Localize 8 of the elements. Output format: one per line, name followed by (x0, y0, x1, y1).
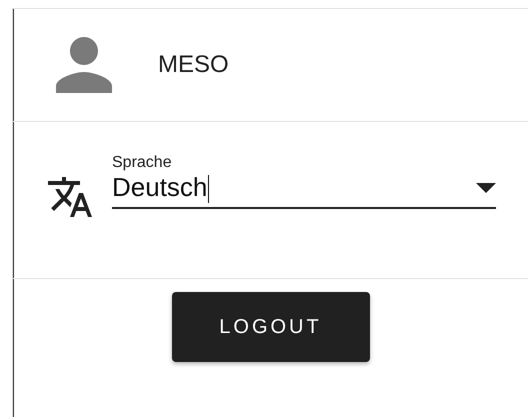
user-name: MESO (158, 51, 229, 79)
select-value: Deutsch (112, 172, 210, 204)
dropdown-caret-icon (476, 182, 496, 193)
user-icon (56, 37, 112, 93)
translate-icon (48, 176, 92, 218)
language-select[interactable]: Sprache Deutsch (112, 152, 496, 210)
field-label: Sprache (112, 153, 173, 172)
logout-button[interactable]: LOGOUT (172, 292, 370, 362)
